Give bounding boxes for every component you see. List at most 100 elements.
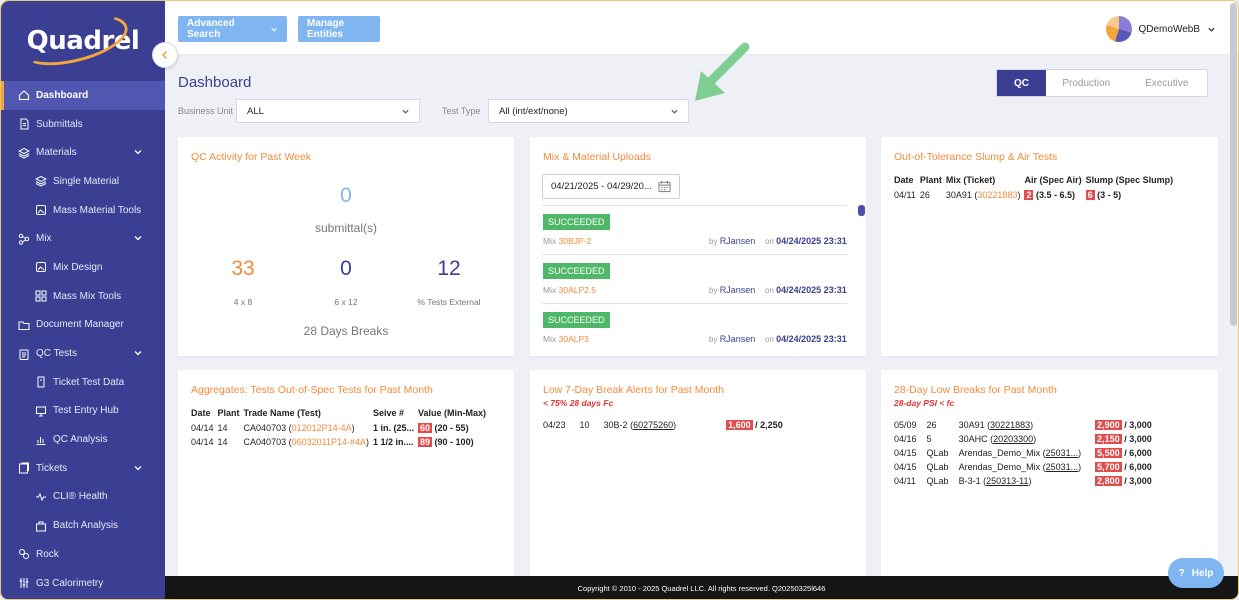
column-header: Plant bbox=[217, 408, 240, 418]
sidebar-item-test-entry-hub[interactable]: Test Entry Hub bbox=[1, 397, 165, 426]
date-range-picker[interactable]: 04/21/2025 - 04/29/20... bbox=[542, 174, 680, 199]
upload-date: 04/24/2025 23:31 bbox=[776, 334, 847, 344]
sidebar-item-submittals[interactable]: Submittals bbox=[1, 110, 165, 139]
ticket-link[interactable]: 60275260 bbox=[633, 420, 673, 430]
sidebar-item-g3-calorimetry[interactable]: G3 Calorimetry bbox=[1, 569, 165, 598]
home-icon bbox=[18, 89, 30, 101]
ticket-link[interactable]: 25031... bbox=[1046, 448, 1079, 458]
sidebar-item-cli-health[interactable]: CLI® Health bbox=[1, 483, 165, 512]
plant: 5 bbox=[926, 434, 932, 444]
value-cell: 89 (90 - 100) bbox=[418, 435, 490, 449]
submittals-count[interactable]: 0 bbox=[178, 184, 514, 208]
ticket-link[interactable]: 30221883 bbox=[977, 190, 1017, 200]
chevron-down-icon bbox=[671, 109, 678, 114]
mix: 30A91 bbox=[958, 420, 985, 430]
trade-name-cell: CA040703 (012012P14-4A) bbox=[243, 423, 355, 433]
plant: 14 bbox=[217, 437, 228, 447]
slump-spec: (3 - 5) bbox=[1097, 190, 1122, 200]
chevron-down-icon[interactable] bbox=[133, 233, 143, 243]
business-unit-label: Business Unit bbox=[178, 106, 234, 116]
page-scrollbar[interactable] bbox=[1230, 3, 1237, 326]
sidebar-item-qc-tests[interactable]: QC Tests bbox=[1, 339, 165, 368]
date-cell: 04/14 bbox=[191, 435, 218, 449]
mix-cell: 30B-2 (60275260) bbox=[603, 420, 677, 430]
stat-6x12-label: 6 x 12 bbox=[334, 297, 358, 307]
help-button[interactable]: ? Help bbox=[1168, 558, 1224, 588]
question-icon: ? bbox=[1178, 567, 1185, 579]
test-link[interactable]: 06032011P14-#4A bbox=[292, 437, 366, 447]
collapse-sidebar-button[interactable] bbox=[152, 42, 178, 68]
sidebar-item-label: Single Material bbox=[53, 175, 120, 187]
break-value-cell: 5,700 / 6,000 bbox=[1095, 460, 1162, 474]
manage-entities-button[interactable]: Manage Entities bbox=[298, 16, 380, 42]
user-menu[interactable]: QDemoWebB bbox=[1106, 16, 1216, 42]
date-cell: 04/11 bbox=[894, 474, 927, 488]
low7-table: 04/23 10 30B-2 (60275260) 1,600 / 2,250 bbox=[543, 418, 797, 432]
stat-4x8-value[interactable]: 33 bbox=[218, 257, 268, 281]
sidebar: Quadrel Dashboard Submittals Materials Sing… bbox=[1, 1, 165, 599]
sidebar-item-mix[interactable]: Mix bbox=[1, 224, 165, 253]
stat-external-value[interactable]: 12 bbox=[424, 257, 474, 281]
sidebar-item-mass-material-tools[interactable]: Mass Material Tools bbox=[1, 196, 165, 225]
spec-value: / 6,000 bbox=[1124, 448, 1152, 458]
status-badge: SUCCEEDED bbox=[543, 312, 610, 328]
view-tab-executive[interactable]: Executive bbox=[1127, 70, 1208, 96]
sidebar-item-label: Batch Analysis bbox=[53, 520, 119, 532]
plant-cell: 26 bbox=[927, 418, 959, 432]
ticket-link[interactable]: 250313-11 bbox=[986, 476, 1028, 486]
column-header: Slump (Spec Slump) bbox=[1085, 175, 1174, 185]
sidebar-item-ticket-test-data[interactable]: Ticket Test Data bbox=[1, 368, 165, 397]
logo[interactable]: Quadrel bbox=[1, 1, 165, 81]
sidebar-item-materials[interactable]: Materials bbox=[1, 138, 165, 167]
test-link[interactable]: 012012P14-4A bbox=[292, 423, 352, 433]
sidebar-item-tickets[interactable]: Tickets bbox=[1, 454, 165, 483]
chevron-down-icon[interactable] bbox=[133, 348, 143, 358]
table-row: 04/16 5 30AHC (20203300) 2,150 / 3,000 bbox=[894, 432, 1162, 446]
low28-table: 05/09 26 30A91 (30221883) 2,900 / 3,000 04/1… bbox=[894, 418, 1162, 488]
test-type-value: All (int/ext/none) bbox=[499, 106, 568, 117]
sidebar-item-label: Mass Mix Tools bbox=[53, 290, 122, 302]
monitor-icon bbox=[35, 405, 47, 417]
sidebar-item-single-material[interactable]: Single Material bbox=[1, 167, 165, 196]
mix-link[interactable]: 30BJP-2 bbox=[559, 236, 592, 246]
mix-link[interactable]: 30ALP2.5 bbox=[559, 285, 596, 295]
sidebar-item-dashboard[interactable]: Dashboard bbox=[1, 81, 165, 110]
chevron-down-icon[interactable] bbox=[133, 463, 143, 473]
ticket-link[interactable]: 20203300 bbox=[993, 434, 1033, 444]
uploaded-by: by RJansen bbox=[709, 236, 755, 246]
break-value: 2,150 bbox=[1095, 434, 1122, 444]
sidebar-item-batch-analysis[interactable]: Batch Analysis bbox=[1, 511, 165, 540]
stat-6x12-value[interactable]: 0 bbox=[321, 257, 371, 281]
view-tab-qc[interactable]: QC bbox=[997, 70, 1046, 96]
view-tab-production[interactable]: Production bbox=[1046, 70, 1127, 96]
page-title: Dashboard bbox=[178, 74, 252, 91]
date: 04/15 bbox=[894, 448, 917, 458]
stat-external-label: % Tests External bbox=[417, 297, 481, 307]
mix-link[interactable]: 30ALP3 bbox=[559, 334, 589, 344]
sidebar-item-label: G3 Calorimetry bbox=[36, 577, 104, 589]
chevron-down-icon[interactable] bbox=[133, 147, 143, 157]
upload-date: 04/24/2025 23:31 bbox=[776, 285, 847, 295]
low7-card: Low 7-Day Break Alerts for Past Month < … bbox=[530, 370, 866, 580]
days-breaks-label: 28 Days Breaks bbox=[303, 324, 389, 338]
advanced-search-button[interactable]: Advanced Search bbox=[178, 16, 287, 42]
on-text: on bbox=[765, 335, 774, 344]
scrollbar-thumb[interactable] bbox=[858, 205, 865, 216]
submittals-label: submittal(s) bbox=[314, 221, 377, 235]
uploaded-by: by RJansen bbox=[709, 334, 755, 344]
green-arrow-icon bbox=[695, 42, 750, 101]
sidebar-item-document-manager[interactable]: Document Manager bbox=[1, 311, 165, 340]
test-type-select[interactable]: All (int/ext/none) bbox=[488, 99, 689, 123]
business-unit-select[interactable]: ALL bbox=[236, 99, 420, 123]
by-text: by bbox=[709, 335, 718, 344]
sidebar-item-mass-mix-tools[interactable]: Mass Mix Tools bbox=[1, 282, 165, 311]
sidebar-item-mix-design[interactable]: Mix Design bbox=[1, 253, 165, 282]
sidebar-item-rock[interactable]: Rock bbox=[1, 540, 165, 569]
ticket-link[interactable]: 30221883 bbox=[990, 420, 1030, 430]
sidebar-item-qc-analysis[interactable]: QC Analysis bbox=[1, 425, 165, 454]
mix-cell: 30AHC (20203300) bbox=[958, 434, 1037, 444]
mix-prefix: Mix bbox=[543, 236, 557, 246]
sieve-cell: 1 in. (25... bbox=[373, 421, 418, 435]
view-switcher: QC Production Executive bbox=[996, 69, 1208, 97]
ticket-link[interactable]: 25031... bbox=[1046, 462, 1079, 472]
